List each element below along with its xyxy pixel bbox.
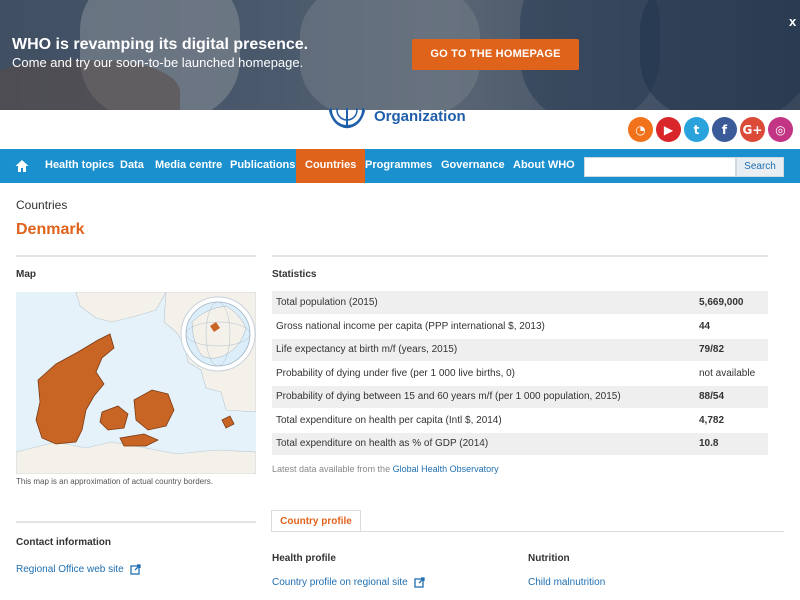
nav-item-data[interactable]: Data — [120, 149, 144, 183]
statistics-row: Gross national income per capita (PPP in… — [272, 314, 768, 339]
promo-banner: WHO is revamping its digital presence. C… — [0, 0, 800, 110]
home-icon[interactable] — [14, 158, 30, 174]
regional-office-link-label: Regional Office web site — [16, 564, 124, 576]
statistic-value: 79/82 — [695, 338, 768, 362]
statistics-row: Total expenditure on health as % of GDP … — [272, 432, 768, 456]
statistic-label: Probability of dying between 15 and 60 y… — [272, 385, 695, 409]
statistic-label: Gross national income per capita (PPP in… — [272, 314, 695, 339]
banner-title: WHO is revamping its digital presence. — [12, 36, 309, 53]
section-divider — [16, 521, 256, 523]
external-link-icon — [130, 564, 141, 575]
external-link-icon — [413, 577, 425, 588]
go-to-homepage-button[interactable]: GO TO THE HOMEPAGE — [412, 39, 579, 70]
statistics-row: Probability of dying between 15 and 60 y… — [272, 385, 768, 409]
nav-item-publications[interactable]: Publications — [230, 149, 295, 183]
statistic-value: 88/54 — [695, 385, 768, 409]
regional-office-link[interactable]: Regional Office web site — [16, 564, 141, 575]
global-health-observatory-link[interactable]: Global Health Observatory — [393, 464, 499, 474]
breadcrumb[interactable]: Countries — [16, 198, 67, 212]
statistic-label: Total expenditure on health per capita (… — [272, 408, 695, 433]
nav-item-about-who[interactable]: About WHO — [513, 149, 575, 183]
social-links: ◔ ▶ t f G+ ◎ — [628, 117, 793, 142]
section-divider — [16, 255, 256, 257]
organization-name[interactable]: Organization — [374, 108, 466, 125]
map-caption: This map is an approximation of actual c… — [16, 477, 213, 486]
statistic-value: 10.8 — [695, 432, 768, 456]
statistics-row: Total population (2015) 5,669,000 — [272, 291, 768, 315]
contact-heading: Contact information — [16, 537, 111, 548]
tab-country-profile[interactable]: Country profile — [271, 510, 361, 532]
statistic-label: Probability of dying under five (per 1 0… — [272, 361, 695, 386]
statistic-value: 4,782 — [695, 408, 768, 433]
nav-item-media-centre[interactable]: Media centre — [155, 149, 222, 183]
close-banner-button[interactable]: x — [789, 14, 796, 29]
statistics-table: Total population (2015) 5,669,000 Gross na… — [272, 291, 768, 456]
facebook-icon[interactable]: f — [712, 117, 737, 142]
rss-icon[interactable]: ◔ — [628, 117, 653, 142]
statistic-label: Total expenditure on health as % of GDP … — [272, 432, 695, 456]
note-text: Latest data available from the — [272, 464, 393, 474]
nutrition-heading: Nutrition — [528, 553, 570, 564]
statistic-label: Life expectancy at birth m/f (years, 201… — [272, 338, 695, 362]
google-plus-icon[interactable]: G+ — [740, 117, 765, 142]
statistic-value: 5,669,000 — [695, 291, 768, 315]
nav-item-health-topics[interactable]: Health topics — [45, 149, 114, 183]
data-source-note: Latest data available from the Global He… — [272, 464, 499, 474]
country-profile-link-label: Country profile on regional site — [272, 577, 408, 589]
section-divider — [272, 255, 768, 257]
page-title: Denmark — [16, 221, 85, 238]
tab-underline — [272, 531, 784, 532]
youtube-icon[interactable]: ▶ — [656, 117, 681, 142]
statistic-label: Total population (2015) — [272, 291, 695, 315]
map-heading: Map — [16, 269, 36, 280]
nav-item-governance[interactable]: Governance — [441, 149, 505, 183]
country-profile-regional-link[interactable]: Country profile on regional site — [272, 577, 425, 588]
statistic-value: 44 — [695, 314, 768, 339]
statistics-row: Life expectancy at birth m/f (years, 201… — [272, 338, 768, 362]
health-profile-heading: Health profile — [272, 553, 336, 564]
twitter-icon[interactable]: t — [684, 117, 709, 142]
statistics-heading: Statistics — [272, 269, 317, 280]
statistic-value: not available — [695, 361, 768, 386]
nav-item-countries[interactable]: Countries — [296, 149, 366, 183]
search-button[interactable]: Search — [736, 157, 784, 177]
banner-subtitle: Come and try our soon-to-be launched hom… — [12, 55, 304, 70]
search-input[interactable] — [584, 157, 736, 177]
statistics-row: Probability of dying under five (per 1 0… — [272, 361, 768, 386]
child-malnutrition-link[interactable]: Child malnutrition — [528, 577, 605, 588]
statistics-row: Total expenditure on health per capita (… — [272, 408, 768, 433]
country-map[interactable] — [16, 292, 256, 474]
who-emblem-icon[interactable] — [324, 108, 370, 130]
instagram-icon[interactable]: ◎ — [768, 117, 793, 142]
nav-item-programmes[interactable]: Programmes — [365, 149, 432, 183]
